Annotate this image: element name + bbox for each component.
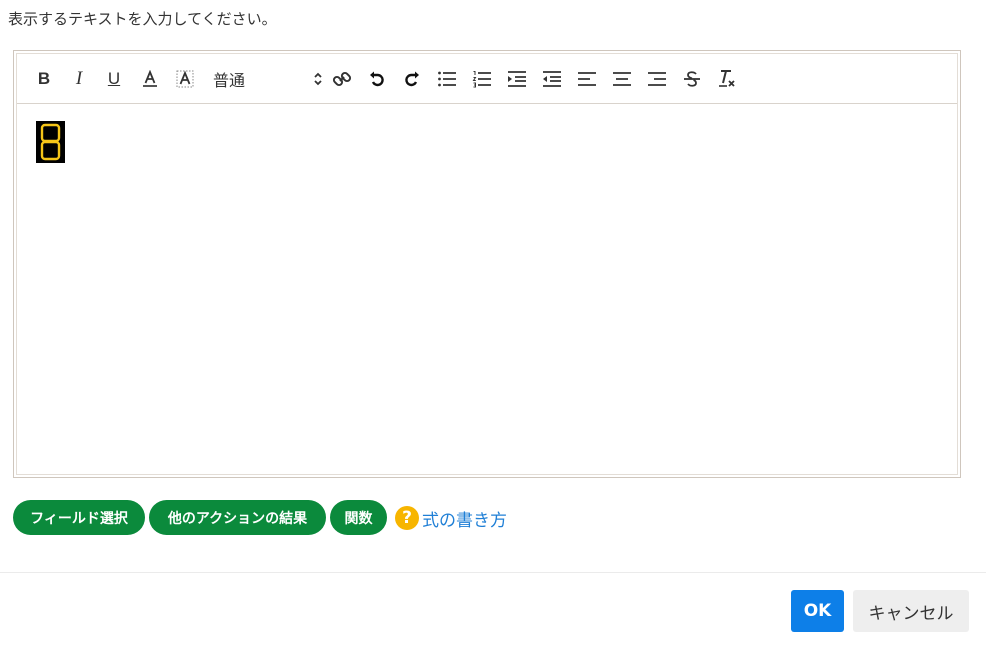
instruction-text: 表示するテキストを入力してください。 — [8, 10, 277, 28]
background-color-icon — [176, 70, 194, 88]
font-color-icon — [143, 70, 157, 87]
undo-button[interactable] — [365, 67, 389, 91]
formula-help-link[interactable]: ? 式の書き方 — [395, 504, 507, 532]
align-right-button[interactable] — [645, 67, 669, 91]
bullet-list-button[interactable] — [435, 67, 459, 91]
seven-segment-eight-icon — [40, 123, 61, 161]
italic-icon: I — [75, 68, 83, 89]
font-size-value: 普通 — [213, 71, 246, 90]
formula-help-label: 式の書き方 — [422, 510, 507, 531]
ok-button[interactable]: OK — [791, 590, 844, 632]
rich-text-editor: B I U 普通 — [13, 50, 961, 478]
bold-icon: B — [37, 69, 51, 88]
redo-button[interactable] — [400, 67, 424, 91]
align-left-button[interactable] — [575, 67, 599, 91]
seven-segment-digit-image — [36, 121, 65, 163]
font-color-button[interactable] — [138, 67, 162, 91]
font-size-select[interactable]: 普通 — [213, 66, 325, 92]
other-action-result-button[interactable]: 他のアクションの結果 — [149, 500, 326, 535]
question-icon: ? — [395, 506, 419, 530]
undo-icon — [370, 71, 384, 87]
numbered-list-button[interactable] — [470, 67, 494, 91]
align-left-icon — [578, 72, 596, 86]
outdent-icon — [543, 71, 561, 87]
redo-icon — [405, 71, 419, 87]
bold-button[interactable]: B — [32, 67, 56, 91]
editor-frame: B I U 普通 — [16, 53, 958, 475]
clear-format-icon — [719, 70, 735, 87]
underline-icon: U — [107, 69, 121, 88]
numbered-list-icon — [472, 71, 491, 88]
align-center-button[interactable] — [610, 67, 634, 91]
editor-content[interactable] — [17, 104, 957, 474]
field-select-button[interactable]: フィールド選択 — [13, 500, 145, 535]
background-color-button[interactable] — [173, 67, 197, 91]
clear-format-button[interactable] — [715, 67, 739, 91]
bullet-list-icon — [438, 71, 456, 87]
align-right-icon — [648, 72, 666, 86]
link-button[interactable] — [330, 67, 354, 91]
indent-button[interactable] — [505, 67, 529, 91]
link-icon — [332, 71, 352, 87]
align-center-icon — [613, 72, 631, 86]
italic-button[interactable]: I — [67, 67, 91, 91]
outdent-button[interactable] — [540, 67, 564, 91]
cancel-button[interactable]: キャンセル — [853, 590, 969, 632]
strikethrough-button[interactable] — [680, 67, 704, 91]
footer-divider — [0, 572, 986, 573]
functions-button[interactable]: 関数 — [330, 500, 387, 535]
indent-icon — [508, 71, 526, 87]
strikethrough-icon — [684, 71, 700, 87]
select-arrows-icon — [314, 72, 322, 86]
underline-button[interactable]: U — [102, 67, 126, 91]
editor-toolbar: B I U 普通 — [17, 54, 957, 104]
